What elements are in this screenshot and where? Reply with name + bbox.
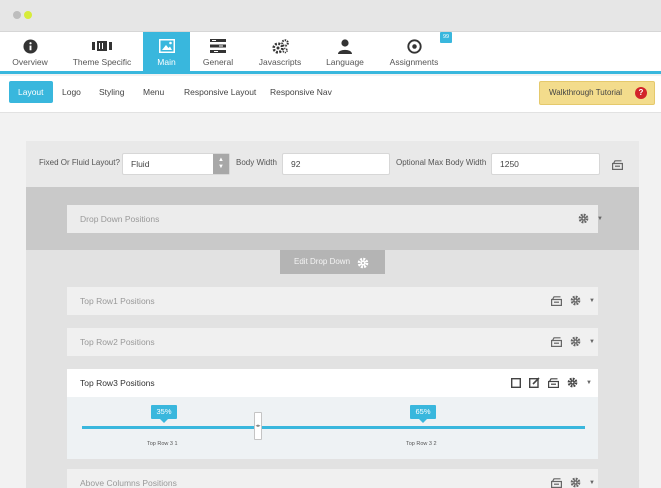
window-titlebar	[0, 0, 661, 32]
target-icon	[388, 38, 440, 54]
gear-icon[interactable]	[567, 377, 578, 388]
chevron-down-icon[interactable]: ▼	[589, 339, 595, 345]
chevron-down-icon[interactable]: ▼	[589, 298, 595, 304]
select-arrows-icon: ▲ ▼	[213, 154, 229, 174]
top-row3-positions-row[interactable]: Top Row3 Positions ▼	[67, 369, 598, 397]
subtab-layout[interactable]: Layout	[9, 81, 53, 103]
gear-icon	[357, 255, 369, 279]
gear-icon[interactable]	[570, 295, 581, 306]
walkthrough-tutorial-button[interactable]: Walkthrough Tutorial ?	[539, 81, 655, 105]
nav-tab-theme-specific[interactable]: Theme Specific	[71, 32, 133, 71]
checkbox-icon[interactable]	[511, 377, 521, 388]
nav-tab-label: Language	[326, 57, 364, 67]
row-title: Top Row2 Positions	[80, 337, 155, 347]
column-width-slider: 35% 65% ◂▸ Top Row 3 1 Top Row 3 2	[67, 397, 598, 459]
film-icon	[71, 38, 133, 54]
row-title: Top Row1 Positions	[80, 296, 155, 306]
nav-tab-language[interactable]: Language	[322, 32, 368, 71]
row-tools: ▼	[570, 213, 603, 224]
reset-icon[interactable]	[551, 295, 562, 306]
help-icon: ?	[635, 87, 647, 99]
user-icon	[322, 38, 368, 54]
edit-icon[interactable]	[529, 377, 540, 388]
right-percent-badge: 65%	[410, 405, 436, 423]
gear-icon[interactable]	[570, 477, 581, 488]
slider-track[interactable]	[82, 426, 585, 429]
gears-icon	[254, 38, 306, 54]
nav-tab-label: General	[202, 57, 234, 67]
reset-icon[interactable]	[551, 477, 562, 488]
subtab-menu[interactable]: Menu	[143, 81, 164, 103]
subtab-responsive-nav[interactable]: Responsive Nav	[270, 81, 332, 103]
nav-tab-label: Theme Specific	[72, 57, 132, 67]
drop-down-positions-row[interactable]: Drop Down Positions ▼	[67, 205, 603, 233]
row-title: Top Row3 Positions	[80, 378, 155, 388]
sub-nav: Layout Logo Styling Menu Responsive Layo…	[0, 76, 661, 113]
walkthrough-label: Walkthrough Tutorial	[549, 88, 623, 97]
nav-tab-label: Main	[157, 57, 176, 67]
left-column-label: Top Row 3 1	[147, 441, 178, 447]
window-control-dot[interactable]	[24, 11, 32, 19]
row-title: Above Columns Positions	[80, 478, 177, 488]
chevron-down-icon[interactable]: ▼	[597, 216, 603, 222]
body-width-input[interactable]: 92	[282, 153, 390, 175]
reset-icon[interactable]	[612, 157, 624, 175]
max-body-width-label: Optional Max Body Width	[396, 158, 487, 167]
gear-icon[interactable]	[578, 213, 589, 224]
edit-drop-down-label: Edit Drop Down	[294, 257, 351, 266]
layout-type-label: Fixed Or Fluid Layout?	[39, 158, 120, 167]
row-tools: ▼	[503, 377, 592, 388]
reset-icon[interactable]	[551, 336, 562, 347]
nav-tab-overview[interactable]: Overview	[0, 32, 60, 71]
subtab-responsive-layout[interactable]: Responsive Layout	[184, 81, 256, 103]
edit-drop-down-button[interactable]: Edit Drop Down	[280, 250, 385, 274]
nav-tab-label: Javascripts	[258, 57, 302, 67]
subtab-logo[interactable]: Logo	[62, 81, 81, 103]
main-nav: Overview Theme Specific Main General Jav…	[0, 32, 661, 74]
nav-tab-label: Overview	[12, 57, 48, 67]
top-row1-positions-row[interactable]: Top Row1 Positions ▼	[67, 287, 598, 315]
row-title: Drop Down Positions	[80, 214, 160, 224]
image-icon	[143, 38, 190, 54]
layout-settings-row: Fixed Or Fluid Layout? Fluid ▲ ▼ Body Wid…	[26, 141, 639, 187]
gear-icon[interactable]	[570, 336, 581, 347]
subtab-styling[interactable]: Styling	[99, 81, 125, 103]
reset-icon[interactable]	[548, 377, 559, 388]
slider-handle[interactable]: ◂▸	[254, 412, 262, 440]
top-row2-positions-row[interactable]: Top Row2 Positions ▼	[67, 328, 598, 356]
drop-down-zone: Drop Down Positions ▼	[26, 187, 639, 250]
row-tools: ▼	[543, 477, 595, 488]
nav-tab-javascripts[interactable]: Javascripts	[254, 32, 306, 71]
chevron-down-icon[interactable]: ▼	[589, 480, 595, 486]
max-body-width-input[interactable]: 1250	[491, 153, 600, 175]
above-columns-positions-row[interactable]: Above Columns Positions ▼	[67, 469, 598, 488]
drag-handle-icon: ◂▸	[255, 423, 261, 429]
row-tools: ▼	[543, 295, 595, 306]
layout-type-select[interactable]: Fluid ▲ ▼	[122, 153, 230, 175]
nav-tab-label: Assignments	[389, 57, 439, 67]
row-tools: ▼	[543, 336, 595, 347]
right-column-label: Top Row 3 2	[406, 441, 437, 447]
list-icon	[196, 38, 240, 54]
nav-tab-general[interactable]: General	[196, 32, 240, 71]
body-width-label: Body Width	[236, 158, 277, 167]
body-width-value: 92	[291, 159, 301, 169]
layout-panel: Fixed Or Fluid Layout? Fluid ▲ ▼ Body Wid…	[26, 141, 639, 488]
nav-tab-main[interactable]: Main	[143, 32, 190, 72]
nav-tab-assignments[interactable]: Assignments	[388, 32, 440, 71]
left-percent-badge: 35%	[151, 405, 177, 423]
window-control-dot[interactable]	[13, 11, 21, 19]
chevron-down-icon[interactable]: ▼	[586, 380, 592, 386]
assignments-count-badge: 99	[440, 32, 452, 43]
layout-type-value: Fluid	[131, 159, 150, 169]
info-icon	[0, 38, 60, 54]
max-body-width-value: 1250	[500, 159, 519, 169]
